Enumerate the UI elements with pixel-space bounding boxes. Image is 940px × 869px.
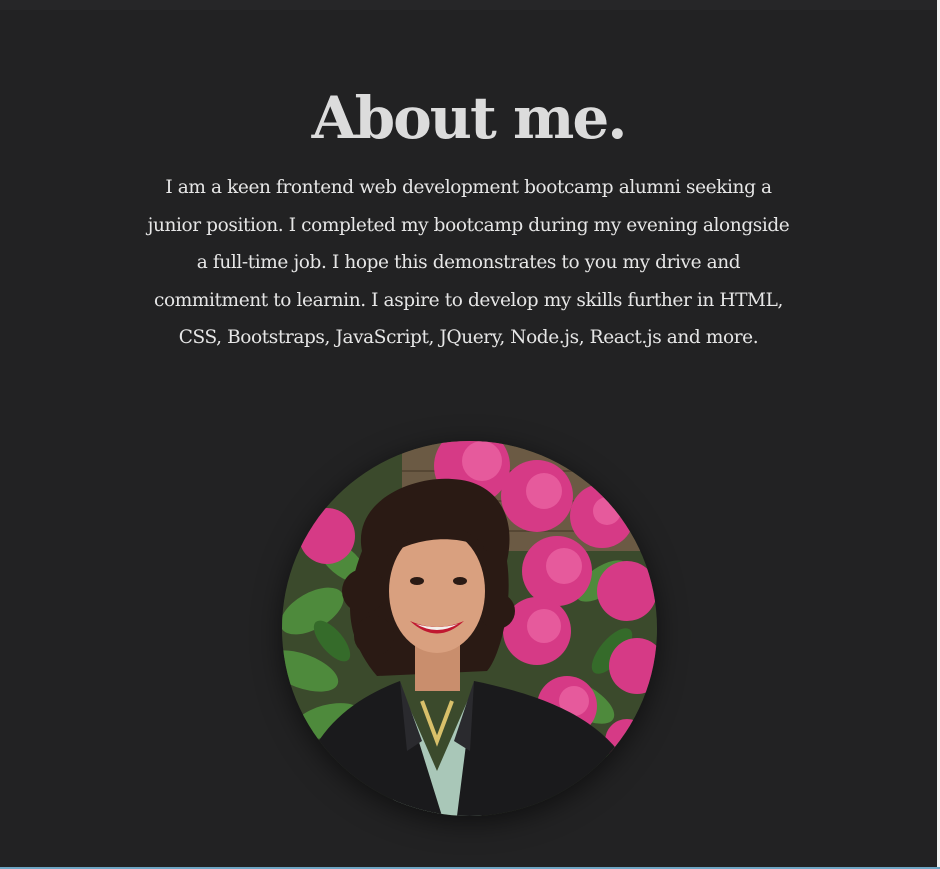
about-section: About me. I am a keen frontend web devel… <box>0 0 937 357</box>
about-bio: I am a keen frontend web development boo… <box>147 177 790 348</box>
profile-photo <box>282 441 657 816</box>
profile-photo-illustration <box>282 441 657 816</box>
about-title: About me. <box>311 84 628 152</box>
